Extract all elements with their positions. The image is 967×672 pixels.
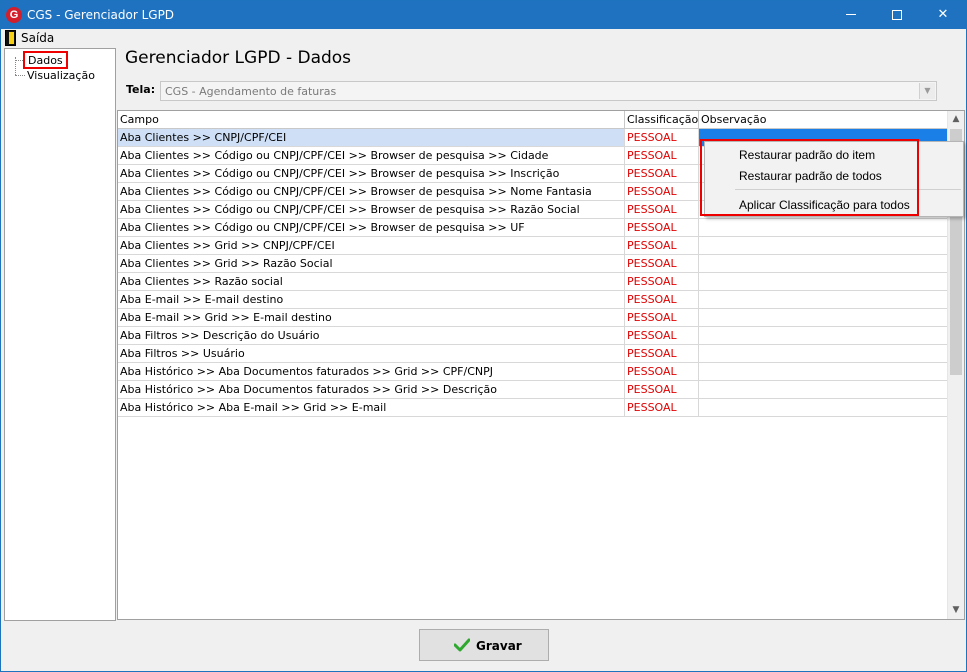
- context-menu: Restaurar padrão do item Restaurar padrã…: [704, 141, 964, 217]
- tree-connector: [15, 75, 25, 76]
- title-bar[interactable]: G CGS - Gerenciador LGPD ✕: [1, 1, 966, 29]
- tree-item-dados[interactable]: Dados: [23, 51, 68, 69]
- campo-cell[interactable]: Aba Clientes >> Código ou CNPJ/CPF/CEI >…: [118, 219, 625, 236]
- classificacao-cell[interactable]: PESSOAL: [625, 219, 699, 236]
- classificacao-cell[interactable]: PESSOAL: [625, 129, 699, 146]
- tree-item-visualizacao[interactable]: Visualização: [27, 69, 95, 82]
- table-row[interactable]: Aba Histórico >> Aba Documentos faturado…: [118, 381, 948, 399]
- maximize-button[interactable]: [874, 1, 920, 29]
- campo-cell[interactable]: Aba Clientes >> Código ou CNPJ/CPF/CEI >…: [118, 147, 625, 164]
- observacao-cell[interactable]: [699, 291, 948, 308]
- campo-cell[interactable]: Aba Clientes >> Grid >> Razão Social: [118, 255, 625, 272]
- column-header-campo[interactable]: Campo: [118, 111, 625, 129]
- table-row[interactable]: Aba Clientes >> Grid >> Razão Social PES…: [118, 255, 948, 273]
- table-row[interactable]: Aba E-mail >> E-mail destino PESSOAL: [118, 291, 948, 309]
- tela-label: Tela:: [126, 83, 156, 96]
- observacao-cell[interactable]: [699, 273, 948, 290]
- table-row[interactable]: Aba Filtros >> Usuário PESSOAL: [118, 345, 948, 363]
- exit-door-icon[interactable]: [5, 30, 16, 46]
- campo-cell[interactable]: Aba Histórico >> Aba E-mail >> Grid >> E…: [118, 399, 625, 416]
- menu-bar: Saída: [1, 29, 966, 47]
- classificacao-cell[interactable]: PESSOAL: [625, 183, 699, 200]
- classificacao-cell[interactable]: PESSOAL: [625, 381, 699, 398]
- observacao-cell[interactable]: [699, 381, 948, 398]
- checkmark-icon: [454, 638, 470, 652]
- menu-item-restaurar-item[interactable]: Restaurar padrão do item: [739, 148, 875, 162]
- menu-item-aplicar-classificacao[interactable]: Aplicar Classificação para todos: [739, 198, 910, 212]
- close-button[interactable]: ✕: [920, 1, 966, 29]
- campo-cell[interactable]: Aba E-mail >> E-mail destino: [118, 291, 625, 308]
- window-title: CGS - Gerenciador LGPD: [27, 8, 175, 22]
- classificacao-cell[interactable]: PESSOAL: [625, 309, 699, 326]
- classificacao-cell[interactable]: PESSOAL: [625, 327, 699, 344]
- navigation-tree: Dados Visualização: [4, 48, 116, 621]
- campo-cell[interactable]: Aba Histórico >> Aba Documentos faturado…: [118, 363, 625, 380]
- page-title: Gerenciador LGPD - Dados: [125, 48, 352, 68]
- save-button-label: Gravar: [476, 639, 522, 653]
- classificacao-cell[interactable]: PESSOAL: [625, 255, 699, 272]
- table-row[interactable]: Aba Filtros >> Descrição do Usuário PESS…: [118, 327, 948, 345]
- column-header-classificacao[interactable]: Classificação: [625, 111, 699, 129]
- scroll-up-icon[interactable]: ▲: [948, 111, 964, 128]
- app-logo-icon: G: [6, 7, 22, 23]
- classificacao-cell[interactable]: PESSOAL: [625, 237, 699, 254]
- classificacao-cell[interactable]: PESSOAL: [625, 201, 699, 218]
- observacao-cell[interactable]: [699, 309, 948, 326]
- observacao-cell[interactable]: [699, 219, 948, 236]
- scroll-down-icon[interactable]: ▼: [948, 602, 964, 619]
- menu-item-restaurar-todos[interactable]: Restaurar padrão de todos: [739, 169, 882, 183]
- table-row[interactable]: Aba Clientes >> Razão social PESSOAL: [118, 273, 948, 291]
- observacao-cell[interactable]: [699, 345, 948, 362]
- table-row[interactable]: Aba E-mail >> Grid >> E-mail destino PES…: [118, 309, 948, 327]
- campo-cell[interactable]: Aba Clientes >> Código ou CNPJ/CPF/CEI >…: [118, 165, 625, 182]
- observacao-cell[interactable]: [699, 237, 948, 254]
- menu-separator: [735, 189, 961, 190]
- classificacao-cell[interactable]: PESSOAL: [625, 345, 699, 362]
- column-header-observacao[interactable]: Observação: [699, 111, 948, 129]
- campo-cell[interactable]: Aba Clientes >> CNPJ/CPF/CEI: [118, 129, 625, 146]
- campo-cell[interactable]: Aba Filtros >> Descrição do Usuário: [118, 327, 625, 344]
- app-window: G CGS - Gerenciador LGPD ✕ Saída Dados V…: [0, 0, 967, 672]
- menu-item-exit[interactable]: Saída: [21, 31, 54, 45]
- observacao-cell[interactable]: [699, 363, 948, 380]
- minimize-button[interactable]: [828, 1, 874, 29]
- campo-cell[interactable]: Aba Filtros >> Usuário: [118, 345, 625, 362]
- campo-cell[interactable]: Aba Histórico >> Aba Documentos faturado…: [118, 381, 625, 398]
- campo-cell[interactable]: Aba Clientes >> Código ou CNPJ/CPF/CEI >…: [118, 183, 625, 200]
- table-row[interactable]: Aba Histórico >> Aba Documentos faturado…: [118, 363, 948, 381]
- campo-cell[interactable]: Aba E-mail >> Grid >> E-mail destino: [118, 309, 625, 326]
- chevron-down-icon[interactable]: ▼: [919, 83, 935, 99]
- observacao-cell[interactable]: [699, 255, 948, 272]
- minimize-icon: [846, 14, 856, 15]
- table-row[interactable]: Aba Clientes >> Grid >> CNPJ/CPF/CEI PES…: [118, 237, 948, 255]
- classificacao-cell[interactable]: PESSOAL: [625, 291, 699, 308]
- classificacao-cell[interactable]: PESSOAL: [625, 273, 699, 290]
- tela-select[interactable]: CGS - Agendamento de faturas ▼: [160, 81, 937, 101]
- classificacao-cell[interactable]: PESSOAL: [625, 363, 699, 380]
- classificacao-cell[interactable]: PESSOAL: [625, 147, 699, 164]
- campo-cell[interactable]: Aba Clientes >> Código ou CNPJ/CPF/CEI >…: [118, 201, 625, 218]
- table-row[interactable]: Aba Clientes >> Código ou CNPJ/CPF/CEI >…: [118, 219, 948, 237]
- observacao-cell[interactable]: [699, 399, 948, 416]
- classificacao-cell[interactable]: PESSOAL: [625, 399, 699, 416]
- grid-header: Campo Classificação Observação: [118, 111, 948, 129]
- campo-cell[interactable]: Aba Clientes >> Razão social: [118, 273, 625, 290]
- observacao-cell[interactable]: [699, 327, 948, 344]
- campo-cell[interactable]: Aba Clientes >> Grid >> CNPJ/CPF/CEI: [118, 237, 625, 254]
- classificacao-cell[interactable]: PESSOAL: [625, 165, 699, 182]
- maximize-icon: [892, 9, 902, 20]
- save-button[interactable]: Gravar: [419, 629, 549, 661]
- table-row[interactable]: Aba Histórico >> Aba E-mail >> Grid >> E…: [118, 399, 948, 417]
- close-icon: ✕: [937, 7, 949, 22]
- tela-select-value: CGS - Agendamento de faturas: [165, 85, 337, 98]
